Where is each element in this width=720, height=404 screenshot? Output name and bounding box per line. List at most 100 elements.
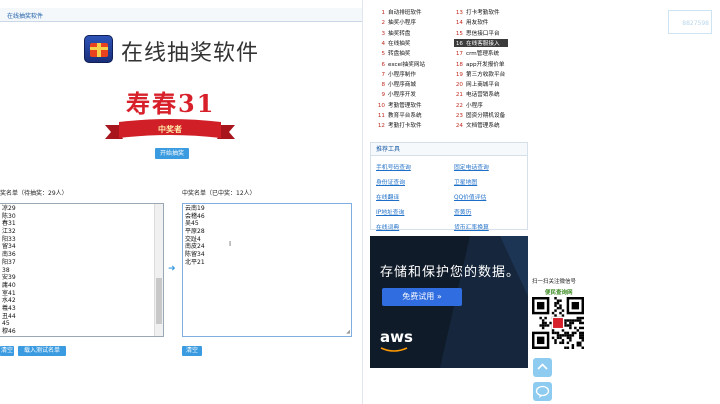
menu-item-number: 2 [381,20,385,27]
menu-item[interactable]: 3 抽奖转盘 [376,29,410,37]
menu-item-number: 6 [381,61,385,68]
winner-ribbon: 中奖者 [105,119,235,139]
candidate-name: 江32 [2,228,16,236]
winners-list: 云南19 会稽46 吴45 平原28 交趾4 南皮24 陈留34 北平21 [185,205,205,267]
menu-item[interactable]: 2 抽奖小程序 [376,18,416,26]
menu-item[interactable]: 6 excel抽奖网站 [376,60,425,68]
menu-item-label: 抽奖小程序 [388,20,416,27]
menu-item[interactable]: 12 考勤打卡软件 [376,121,422,129]
load-test-list-button[interactable]: 载入测试名单 [18,346,66,356]
menu-item[interactable]: 22 小程序 [454,101,483,109]
menu-item-number: 1 [381,10,385,16]
menu-item-number: 7 [381,71,385,78]
candidate-name: 羲43 [2,304,16,312]
menu-item[interactable]: 21 电话营销系统 [454,90,500,98]
tool-link[interactable]: 固定电话查询 [454,162,489,171]
menu-item-label: 在线客服接入 [466,40,500,47]
tool-link[interactable]: 在线翻译 [376,192,399,201]
candidate-name: 丑44 [2,312,16,320]
menu-item-label: 思信接口平台 [466,30,500,37]
winner-name: 平原28 [185,228,205,236]
candidate-name: 春31 [2,220,16,228]
candidates-list: 凉29 陈30 春31 江32 阳33 留34 南36 阳37 38 安39 庸40 室41 水42 羲4… [2,205,16,336]
menu-item-label: 用友软件 [466,20,489,27]
menu-item-label: crm管理系统 [466,51,500,58]
tool-link[interactable]: IP地址查询 [376,207,404,216]
winner-name: 会稽46 [185,212,205,220]
menu-item[interactable]: 13 打卡考勤软件 [454,8,500,16]
menu-item-number: 14 [455,20,463,27]
menu-item[interactable]: 9 小程序开发 [376,90,416,98]
menu-item-number: 5 [381,51,385,58]
menu-item-label: 打卡考勤软件 [466,10,500,16]
menu-item-number: 12 [377,123,385,130]
candidates-scrollbar[interactable] [154,204,163,336]
tool-link[interactable]: 在线词典 [376,222,399,231]
candidate-name: 凉29 [2,205,16,212]
scrollbar-thumb[interactable] [156,278,162,324]
scroll-top-button[interactable] [533,358,552,377]
menu-item[interactable]: 11 教育平台系统 [376,111,422,119]
candidate-name: 留34 [2,243,16,251]
tool-link[interactable]: 身份证查询 [376,177,405,186]
candidate-name: 庸40 [2,281,16,289]
feedback-button[interactable] [533,382,552,401]
free-trial-button[interactable]: 免费试用 » [382,288,462,306]
menu-item-number: 11 [377,113,385,119]
menu-item[interactable]: 14 用友软件 [454,18,489,27]
menu-item[interactable]: 24 文档管理系统 [454,121,500,129]
menu-item[interactable]: 4 在线抽奖 [376,39,410,47]
aws-smile-icon [380,347,408,352]
qr-code-icon [532,297,584,349]
winner-name: 吴45 [185,220,199,228]
aws-logo: aws [380,328,413,346]
menu-item[interactable]: 20 网上商城平台 [454,80,500,88]
ribbon-label: 中奖者 [158,124,182,134]
menu-item[interactable]: 1 自动排班软件 [376,8,421,16]
menu-item[interactable]: 15 思信接口平台 [454,29,500,37]
tool-link[interactable]: 手机号码查询 [376,162,411,171]
menu-item-number: 3 [381,30,385,37]
tool-link[interactable]: 查黄历 [454,207,471,216]
menu-item[interactable]: 17 crm管理系统 [454,49,499,57]
qr-name: 便民查询网 [545,290,573,296]
aws-ad[interactable]: ✕ 存储和保护您的数据。 免费试用 » aws [370,236,528,368]
menu-item[interactable]: 5 转盘抽奖 [376,49,410,57]
menu-item-label: 抽奖转盘 [388,30,411,37]
breadcrumb-link[interactable]: 在线抽奖软件 [7,11,43,20]
chat-bubble-icon [535,385,550,398]
breadcrumb: 在线抽奖软件 [0,8,362,22]
menu-item-number: 16 [455,40,463,47]
corner-badge: 8827598 [668,10,712,34]
menu-item[interactable]: 10 考勤管理软件 [376,101,422,109]
menu-item[interactable]: 7 小程序制作 [376,70,416,78]
menu-item-number: 20 [455,82,463,89]
winner-name: 陈留34 [185,251,205,259]
menu-item-number: 19 [455,71,463,78]
tool-link[interactable]: QQ价值评估 [454,192,486,201]
tool-link[interactable]: 货币汇率换算 [454,222,489,231]
menu-item-number: 9 [381,92,385,99]
winner-name: 南皮24 [185,243,205,251]
resize-grip-icon[interactable]: ◢ [346,329,350,335]
tool-link[interactable]: 卫星地图 [454,177,477,186]
menu-item-label: 小程序商城 [388,82,416,89]
app-title: 在线抽奖软件 [121,41,260,66]
winners-textarea[interactable]: 云南19 会稽46 吴45 平原28 交趾4 南皮24 陈留34 北平21 I ◢ [182,203,352,337]
corner-text: 8827598 [682,20,709,27]
menu-item[interactable]: 18 app开发报价单 [454,60,505,68]
menu-item[interactable]: 8 小程序商城 [376,80,416,88]
menu-item-number: 13 [455,10,463,16]
menu-item-label: 小程序开发 [388,92,416,99]
menu-item-number: 15 [455,30,463,37]
start-draw-button[interactable]: 开始抽奖 [155,148,189,159]
candidates-textarea[interactable]: 凉29 陈30 春31 江32 阳33 留34 南36 阳37 38 安39 庸40 室41 水42 羲4… [0,203,164,337]
candidate-name: 水42 [2,297,16,305]
menu-item-number: 22 [455,102,463,109]
clear-winners-button[interactable]: 清空 [182,346,202,356]
menu-item[interactable]: 19 第三方收款平台 [454,70,505,78]
menu-item[interactable]: 23 固资分期机设备 [454,111,505,119]
clear-candidates-button[interactable]: 清空 [0,346,14,356]
menu-item[interactable]: 16 在线客服接入 [454,38,508,47]
winner-name: 云南19 [185,205,205,212]
